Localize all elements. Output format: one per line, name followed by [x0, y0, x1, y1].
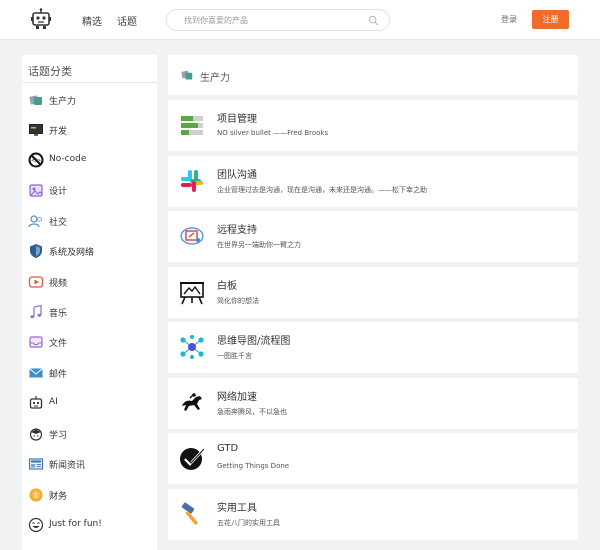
- hammer-icon: [181, 502, 198, 525]
- sidebar-item-label: 音乐: [49, 309, 68, 319]
- topic-card-project-management[interactable]: 项目管理 NO silver bullet ——Fred Brooks: [168, 100, 578, 151]
- nav-topics[interactable]: 话题: [117, 13, 137, 28]
- sidebar-item-nocode[interactable]: </> No-code: [22, 146, 157, 174]
- sidebar-item-label: 文件: [49, 339, 68, 349]
- no-code-icon: </>: [28, 152, 44, 168]
- kanban-icon: [181, 116, 203, 135]
- robot-icon: [29, 396, 43, 409]
- horse-icon: [182, 393, 202, 411]
- robot-logo-icon[interactable]: [31, 8, 51, 30]
- card-description: 企业管理过去是沟通，现在是沟通，未来还是沟通。——松下幸之助: [217, 186, 427, 194]
- card-description: 一图胜千言: [217, 352, 252, 360]
- sidebar-item-dev[interactable]: 开发: [22, 116, 157, 144]
- card-title: 思维导图/流程图: [217, 336, 291, 347]
- sidebar-item-label: 生产力: [49, 97, 77, 107]
- people-icon: [28, 215, 42, 228]
- svg-text:$: $: [34, 492, 38, 500]
- mindmap-icon: [180, 335, 204, 359]
- search-input[interactable]: 找到你喜爱的产品: [166, 9, 390, 31]
- topic-card-whiteboard[interactable]: 白板 简化你的想法: [168, 267, 578, 318]
- card-title: 实用工具: [217, 503, 257, 514]
- inbox-icon: [29, 336, 43, 348]
- signup-button[interactable]: 注册: [532, 10, 569, 29]
- sidebar-item-label: 财务: [49, 492, 68, 502]
- category-header: 生产力: [168, 55, 578, 95]
- sidebar-item-design[interactable]: 设计: [22, 176, 157, 204]
- category-sidebar: 话题分类 生产力 开发 </> No-code 设计 社交 系统及网络 视频 音…: [22, 55, 157, 550]
- topic-card-gtd[interactable]: GTD Getting Things Done: [168, 433, 578, 484]
- sidebar-item-news[interactable]: 新闻资讯: [22, 450, 157, 478]
- slack-icon: [181, 170, 203, 192]
- check-circle-icon: [180, 448, 205, 470]
- sidebar-item-ai[interactable]: AI: [22, 389, 157, 417]
- search-icon[interactable]: [368, 15, 379, 26]
- sidebar-item-label: 新闻资讯: [49, 461, 86, 471]
- card-title: 远程支持: [217, 225, 257, 236]
- sidebar-item-music[interactable]: 音乐: [22, 298, 157, 326]
- video-icon: [28, 276, 44, 288]
- card-title: 项目管理: [217, 114, 257, 125]
- mail-icon: [29, 368, 43, 378]
- sidebar-item-label: 设计: [49, 187, 68, 197]
- sidebar-title: 话题分类: [28, 65, 72, 78]
- card-description: 简化你的想法: [217, 297, 259, 305]
- sidebar-item-mail[interactable]: 邮件: [22, 359, 157, 387]
- whiteboard-icon: [180, 282, 204, 305]
- sidebar-item-fun[interactable]: Just for fun!: [22, 511, 157, 539]
- nav-featured[interactable]: 精选: [82, 13, 102, 28]
- productivity-icon: [29, 95, 42, 105]
- sidebar-item-label: 邮件: [49, 370, 68, 380]
- topic-card-team-communication[interactable]: 团队沟通 企业管理过去是沟通，现在是沟通，未来还是沟通。——松下幸之助: [168, 156, 578, 207]
- topic-card-network-acceleration[interactable]: 网络加速 急雨奔腾风，不以急也: [168, 378, 578, 429]
- sidebar-divider: [22, 82, 157, 83]
- sidebar-item-label: Just for fun!: [49, 519, 102, 529]
- student-icon: [29, 428, 43, 441]
- card-title: 白板: [217, 281, 237, 292]
- productivity-icon: [181, 70, 193, 80]
- card-title: 网络加速: [217, 392, 257, 403]
- smile-icon: [28, 517, 44, 533]
- card-title: GTD: [217, 443, 239, 454]
- remote-icon: [180, 227, 204, 245]
- sidebar-item-social[interactable]: 社交: [22, 207, 157, 235]
- monitor-icon: [29, 124, 43, 136]
- sidebar-item-label: No-code: [49, 154, 87, 164]
- svg-text:</>: </>: [31, 158, 41, 164]
- card-description: Getting Things Done: [217, 462, 290, 470]
- topic-card-utilities[interactable]: 实用工具 五花八门的实用工具: [168, 489, 578, 540]
- card-description: 急雨奔腾风，不以急也: [217, 408, 287, 416]
- sidebar-item-label: 社交: [49, 218, 68, 228]
- search-placeholder: 找到你喜爱的产品: [184, 16, 248, 25]
- card-description: NO silver bullet ——Fred Brooks: [217, 129, 329, 137]
- sidebar-item-files[interactable]: 文件: [22, 328, 157, 356]
- page-title: 生产力: [200, 73, 230, 84]
- coin-icon: $: [29, 488, 43, 502]
- sidebar-item-productivity[interactable]: 生产力: [22, 86, 157, 114]
- card-description: 在世界另一端助你一臂之力: [217, 241, 301, 249]
- login-link[interactable]: 登录: [501, 14, 517, 25]
- top-header: 精选 话题 找到你喜爱的产品 登录 注册: [0, 0, 600, 40]
- sidebar-item-finance[interactable]: $ 财务: [22, 481, 157, 509]
- sidebar-item-label: 开发: [49, 127, 68, 137]
- topic-card-remote-support[interactable]: 远程支持 在世界另一端助你一臂之力: [168, 211, 578, 262]
- sidebar-item-label: 系统及网络: [49, 248, 95, 258]
- card-description: 五花八门的实用工具: [217, 519, 280, 527]
- sidebar-item-video[interactable]: 视频: [22, 268, 157, 296]
- music-icon: [30, 304, 42, 319]
- sidebar-item-label: AI: [49, 397, 58, 407]
- news-icon: [28, 458, 44, 470]
- sidebar-item-label: 学习: [49, 431, 68, 441]
- shield-icon: [30, 244, 42, 258]
- sidebar-item-label: 视频: [49, 279, 68, 289]
- topic-card-mindmap[interactable]: 思维导图/流程图 一图胜千言: [168, 322, 578, 373]
- sidebar-item-learning[interactable]: 学习: [22, 420, 157, 448]
- sidebar-item-system[interactable]: 系统及网络: [22, 237, 157, 265]
- design-icon: [29, 184, 43, 197]
- card-title: 团队沟通: [217, 170, 257, 181]
